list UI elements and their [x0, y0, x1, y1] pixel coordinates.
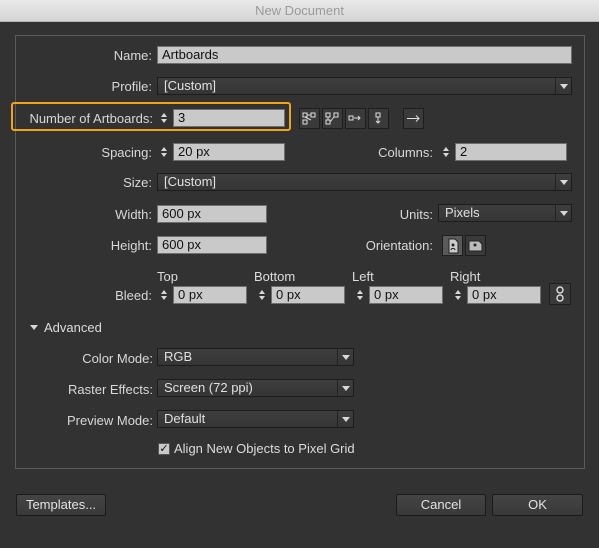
preview-mode-label: Preview Mode:: [67, 413, 153, 428]
stepper-down-icon: [443, 153, 449, 157]
ok-button[interactable]: OK: [492, 494, 583, 516]
stepper-up-icon: [357, 290, 363, 294]
columns-label: Columns:: [378, 145, 433, 160]
disclosure-triangle-icon: [30, 325, 38, 330]
bleed-left-input[interactable]: 0 px: [369, 286, 443, 304]
stepper-down-icon: [259, 296, 265, 300]
size-label: Size:: [123, 175, 152, 190]
orientation-label: Orientation:: [365, 238, 433, 253]
spacing-input[interactable]: 20 px: [173, 143, 285, 161]
color-mode-select[interactable]: RGB: [157, 348, 354, 366]
raster-effects-label: Raster Effects:: [67, 382, 153, 397]
bleed-left-label: Left: [352, 269, 374, 284]
units-select[interactable]: Pixels: [438, 204, 572, 222]
chevron-down-icon: [337, 349, 353, 365]
portrait-orientation-icon[interactable]: [442, 235, 463, 256]
artboards-input[interactable]: 3: [173, 109, 285, 127]
stepper-up-icon: [161, 113, 167, 117]
columns-input[interactable]: 2: [455, 143, 567, 161]
height-label: Height:: [110, 238, 152, 253]
stepper-up-icon: [259, 290, 265, 294]
align-pixel-grid-option[interactable]: ✓ Align New Objects to Pixel Grid: [158, 441, 355, 456]
bleed-bottom-stepper[interactable]: [255, 286, 269, 304]
bleed-right-input[interactable]: 0 px: [467, 286, 541, 304]
arrange-by-column-icon[interactable]: [368, 108, 389, 129]
bleed-top-input[interactable]: 0 px: [173, 286, 247, 304]
link-chain-icon[interactable]: [549, 283, 571, 305]
stepper-up-icon: [161, 290, 167, 294]
bleed-bottom-input[interactable]: 0 px: [271, 286, 345, 304]
profile-label: Profile:: [111, 79, 152, 94]
cancel-button[interactable]: Cancel: [396, 494, 486, 516]
spacing-stepper[interactable]: [157, 143, 171, 161]
stepper-down-icon: [455, 296, 461, 300]
align-pixel-grid-label: Align New Objects to Pixel Grid: [174, 441, 355, 456]
grid-by-row-icon[interactable]: [299, 108, 320, 129]
bleed-left-stepper[interactable]: [353, 286, 367, 304]
bleed-top-stepper[interactable]: [157, 286, 171, 304]
profile-value: [Custom]: [164, 78, 217, 93]
templates-button[interactable]: Templates...: [16, 494, 106, 516]
bleed-right-label: Right: [450, 269, 481, 284]
units-value: Pixels: [445, 205, 480, 220]
advanced-toggle[interactable]: Advanced: [30, 320, 102, 335]
color-mode-value: RGB: [164, 349, 193, 364]
chevron-down-icon: [555, 174, 571, 190]
window-title: New Document: [0, 0, 599, 22]
advanced-label: Advanced: [44, 320, 102, 335]
bleed-top-label: Top: [157, 269, 178, 284]
stepper-up-icon: [161, 147, 167, 151]
arrange-by-row-icon[interactable]: [345, 108, 366, 129]
landscape-orientation-icon[interactable]: [465, 235, 486, 256]
chevron-down-icon: [337, 380, 353, 396]
stepper-down-icon: [161, 296, 167, 300]
chevron-down-icon: [555, 78, 571, 94]
raster-effects-select[interactable]: Screen (72 ppi): [157, 379, 354, 397]
chevron-down-icon: [555, 205, 571, 221]
bleed-bottom-label: Bottom: [254, 269, 296, 284]
bleed-label: Bleed:: [115, 288, 152, 303]
profile-select[interactable]: [Custom]: [157, 77, 572, 95]
width-label: Width:: [115, 207, 152, 222]
artboards-stepper[interactable]: [157, 109, 171, 127]
bleed-right-stepper[interactable]: [451, 286, 465, 304]
align-pixel-grid-checkbox[interactable]: ✓: [158, 442, 170, 455]
stepper-down-icon: [161, 153, 167, 157]
stepper-down-icon: [357, 296, 363, 300]
height-input[interactable]: 600 px: [157, 236, 267, 254]
size-select[interactable]: [Custom]: [157, 173, 572, 191]
stepper-down-icon: [161, 119, 167, 123]
size-value: [Custom]: [164, 174, 217, 189]
name-label: Name:: [113, 48, 152, 63]
chevron-down-icon: [337, 411, 353, 427]
preview-mode-select[interactable]: Default: [157, 410, 354, 428]
stepper-up-icon: [455, 290, 461, 294]
artboards-label: Number of Artboards:: [29, 111, 153, 126]
width-input[interactable]: 600 px: [157, 205, 267, 223]
columns-stepper[interactable]: [439, 143, 453, 161]
name-input[interactable]: Artboards: [157, 46, 572, 64]
change-to-right-to-left-icon[interactable]: [403, 108, 424, 129]
preview-mode-value: Default: [164, 411, 206, 426]
stepper-up-icon: [443, 147, 449, 151]
grid-by-column-icon[interactable]: [322, 108, 343, 129]
units-label: Units:: [399, 207, 433, 222]
raster-effects-value: Screen (72 ppi): [164, 380, 253, 395]
color-mode-label: Color Mode:: [82, 351, 153, 366]
spacing-label: Spacing:: [101, 145, 152, 160]
